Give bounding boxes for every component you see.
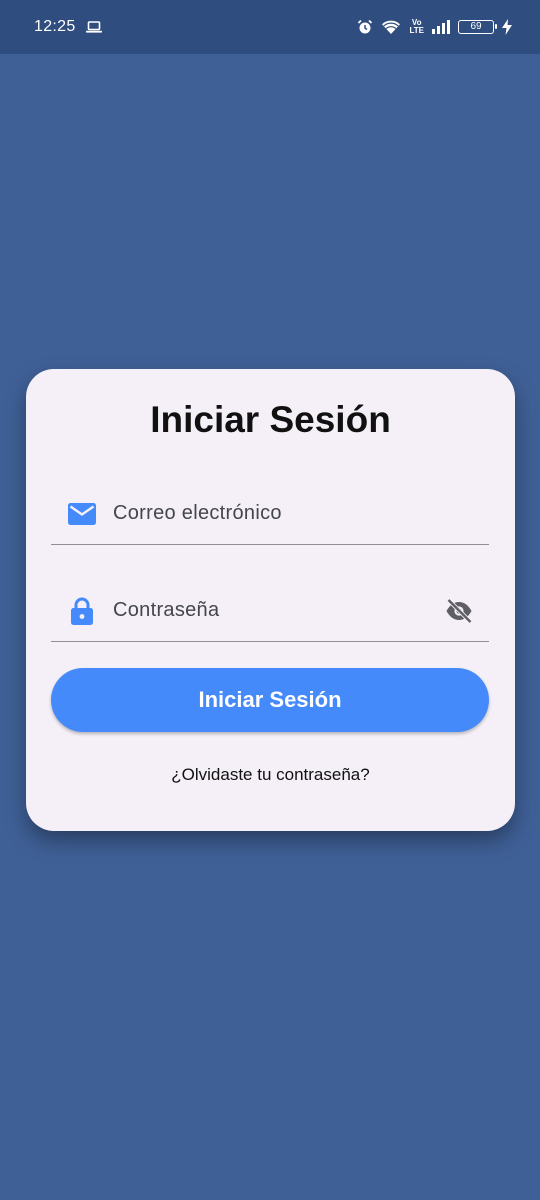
password-placeholder: Contraseña (113, 599, 220, 621)
laptop-icon (85, 21, 102, 33)
battery-icon: 69 (458, 20, 497, 34)
battery-level: 69 (470, 21, 482, 32)
charging-icon (502, 19, 512, 35)
signal-icon (432, 20, 450, 34)
status-right: Vo LTE 69 (357, 19, 512, 35)
status-time: 12:25 (34, 18, 76, 35)
login-button[interactable]: Iniciar Sesión (51, 668, 489, 732)
login-title: Iniciar Sesión (150, 399, 391, 440)
lock-icon (67, 597, 97, 625)
login-card: Iniciar Sesión Correo electrónico Contra… (26, 369, 515, 831)
volte-bottom-label: LTE (409, 26, 424, 35)
volte-icon: Vo LTE (409, 19, 424, 35)
wifi-icon (381, 20, 401, 35)
status-left: 12:25 (34, 18, 102, 36)
email-placeholder: Correo electrónico (113, 502, 282, 524)
forgot-password-link[interactable]: ¿Olvidaste tu contraseña? (26, 765, 515, 785)
status-bar: 12:25 Vo LTE 69 (0, 0, 540, 54)
alarm-icon (357, 19, 373, 35)
password-field[interactable]: Contraseña (51, 580, 489, 642)
email-field[interactable]: Correo electrónico (51, 483, 489, 545)
visibility-off-icon[interactable] (445, 598, 473, 623)
email-icon (67, 502, 97, 525)
